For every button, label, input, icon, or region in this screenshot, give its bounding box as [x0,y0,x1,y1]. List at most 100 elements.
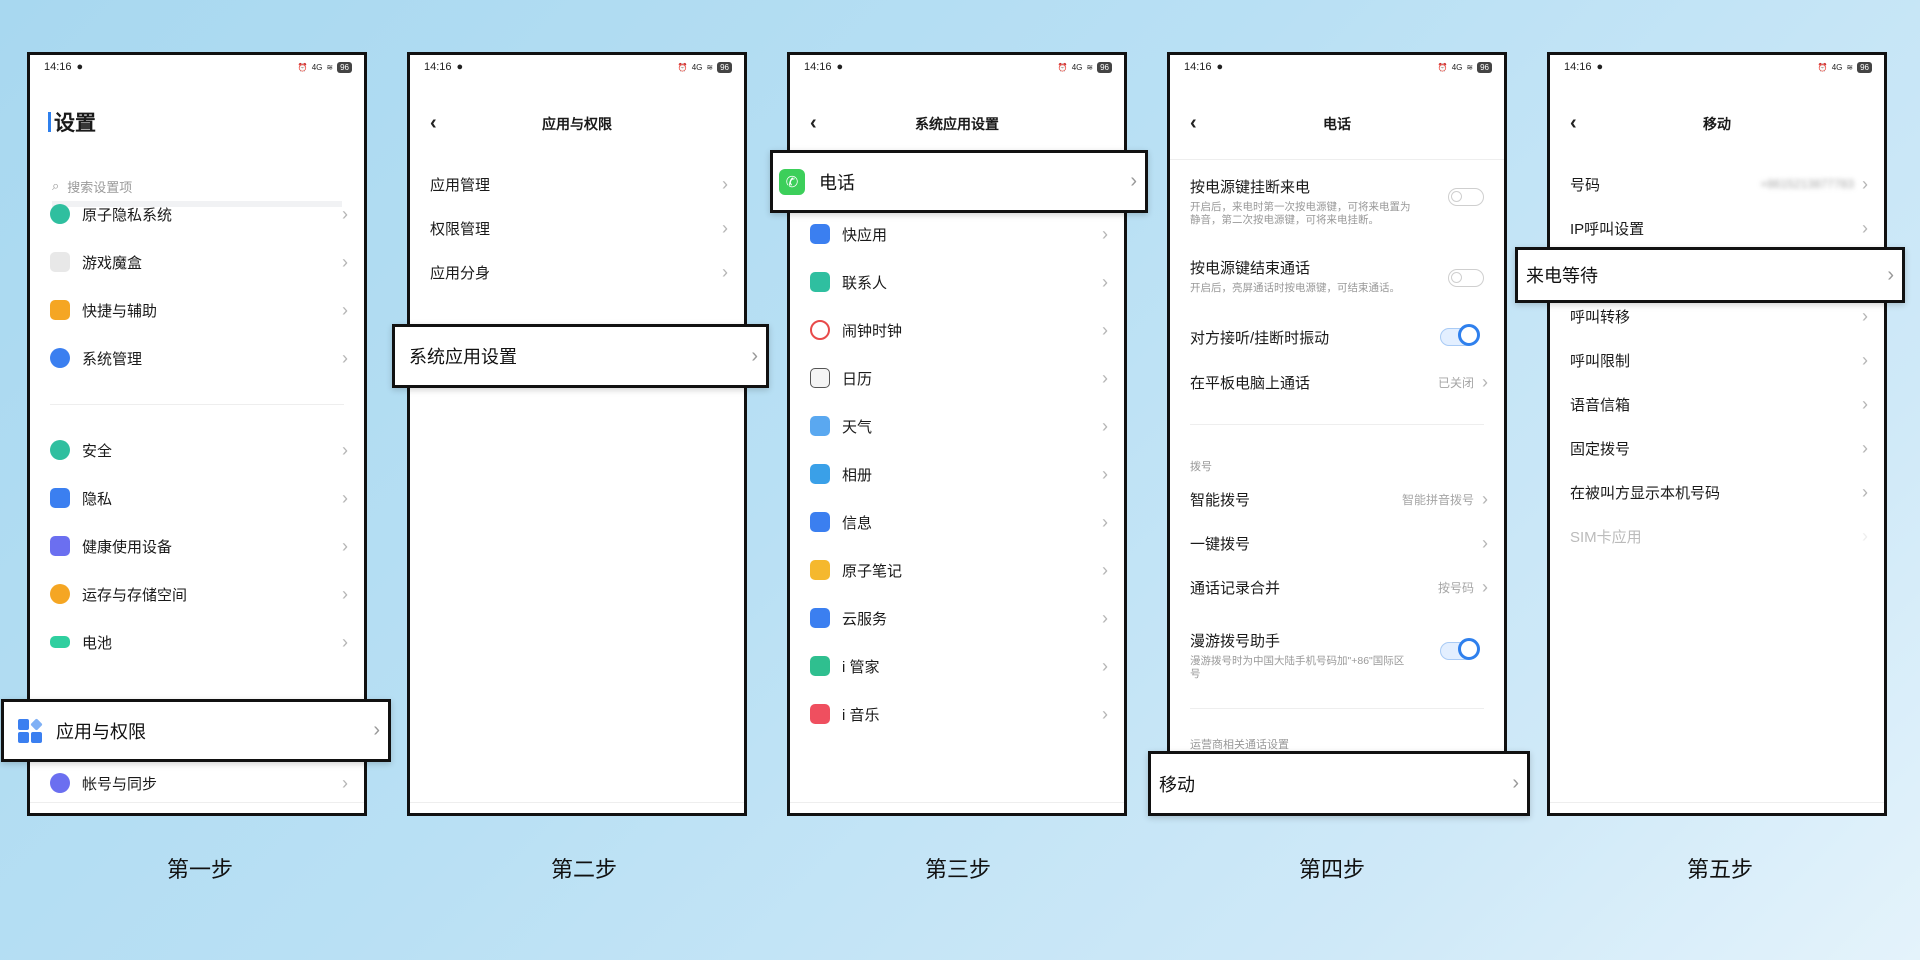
user-icon [50,773,70,793]
battery-icon: 96 [1097,61,1112,73]
app-item-weather[interactable]: 天气 › [810,412,1108,440]
setting-smart-dial[interactable]: 智能拨号 智能拼音拨号 › [1190,485,1488,513]
top-bar: ‹ 移动 [1550,107,1884,141]
menu-item-caller-id[interactable]: 在被叫方显示本机号码 › [1570,478,1868,506]
phone-screen-step4: 14:16 ● ⏰ 4G ≋ 96 ‹ 电话 按电源键挂断来电 开启后，来电时第一次按电… [1167,52,1507,816]
highlight-phone-app[interactable]: ✆ 电话 › [770,150,1148,213]
app-item-messages[interactable]: 信息 › [810,508,1108,536]
menu-item-fixed-dialing[interactable]: 固定拨号 › [1570,434,1868,462]
chevron-right-icon: › [342,584,348,604]
apps-grid-icon [18,717,43,743]
setting-description: 漫游拨号时为中国大陆手机号码加"+86"国际区号 [1190,655,1405,680]
status-bar: 14:16 ● ⏰ 4G ≋ 96 [1564,59,1872,75]
settings-item-system-management[interactable]: 系统管理 › [50,344,348,372]
status-bar: 14:16 ● ⏰ 4G ≋ 96 [424,59,732,75]
network-label: 4G [1451,62,1463,72]
chevron-right-icon: › [1862,482,1868,502]
settings-item-health[interactable]: 健康使用设备 › [50,532,348,560]
chat-icon: ● [836,61,844,73]
divider [1190,708,1484,709]
settings-item-battery[interactable]: 电池 › [50,628,348,656]
chevron-right-icon: › [722,174,728,194]
highlight-system-app-settings[interactable]: 系统应用设置 › [392,324,769,388]
menu-item-app-clone[interactable]: 应用分身 › [430,258,728,286]
top-bar: ‹ 电话 [1170,107,1504,141]
app-item-i-music[interactable]: i 音乐 › [810,700,1108,728]
page-title: 移动 [1703,116,1731,132]
chevron-right-icon: › [1887,263,1894,286]
home-indicator [1550,802,1884,813]
step-label-4: 第四步 [1298,857,1365,882]
settings-item-security[interactable]: 安全 › [50,436,348,464]
app-item-gallery[interactable]: 相册 › [810,460,1108,488]
chevron-right-icon: › [1862,218,1868,238]
status-bar: 14:16 ● ⏰ 4G ≋ 96 [1184,59,1492,75]
step-label-5: 第五步 [1686,857,1753,882]
chevron-right-icon: › [342,488,348,508]
highlight-call-waiting[interactable]: 来电等待 › [1515,247,1905,303]
back-arrow-icon[interactable]: ‹ [1570,113,1577,133]
menu-item-number[interactable]: 号码 +8615213877783 › [1570,170,1868,198]
chevron-right-icon: › [1862,350,1868,370]
settings-item-privacy[interactable]: 隐私 › [50,484,348,512]
settings-item-privacy-system[interactable]: 原子隐私系统 › [50,200,348,228]
chat-icon: ● [456,61,464,73]
settings-item-storage[interactable]: 运存与存储空间 › [50,580,348,608]
phone-handset-icon: ✆ [779,168,805,195]
app-item-cloud-service[interactable]: 云服务 › [810,604,1108,632]
toggle-switch-off[interactable] [1448,188,1484,206]
setting-description: 开启后，亮屏通话时按电源键，可结束通话。 [1190,282,1400,294]
app-item-contacts[interactable]: 联系人 › [810,268,1108,296]
home-indicator [30,802,364,813]
network-label: 4G [1071,62,1083,72]
setting-value: 已关闭 [1437,375,1474,390]
menu-item-call-forwarding[interactable]: 呼叫转移 › [1570,302,1868,330]
menu-item-permission-management[interactable]: 权限管理 › [430,214,728,242]
app-item-i-manager[interactable]: i 管家 › [810,652,1108,680]
menu-item-app-management[interactable]: 应用管理 › [430,170,728,198]
chevron-right-icon: › [342,348,348,368]
back-arrow-icon[interactable]: ‹ [810,113,817,133]
alarm-icon: ⏰ [677,62,688,72]
note-icon [810,560,830,580]
search-placeholder: 搜索设置项 [67,179,133,195]
chevron-right-icon: › [1102,368,1108,388]
app-item-calendar[interactable]: 日历 › [810,364,1108,392]
settings-item-shortcuts[interactable]: 快捷与辅助 › [50,296,348,324]
back-arrow-icon[interactable]: ‹ [430,113,437,133]
chevron-right-icon: › [1862,306,1868,326]
alarm-icon: ⏰ [1817,62,1828,72]
back-arrow-icon[interactable]: ‹ [1190,113,1197,133]
chevron-right-icon: › [1102,512,1108,532]
highlight-apps-permissions[interactable]: 应用与权限 › [1,699,391,762]
app-item-notes[interactable]: 原子笔记 › [810,556,1108,584]
home-indicator [790,802,1124,813]
chevron-right-icon: › [1102,704,1108,724]
toggle-switch-off[interactable] [1448,269,1484,287]
setting-merge-call-log[interactable]: 通话记录合并 按号码 › [1190,573,1488,601]
chevron-right-icon: › [1862,174,1868,194]
toggle-switch-on[interactable] [1440,324,1480,346]
chevron-right-icon: › [342,252,348,272]
chevron-right-icon: › [1102,608,1108,628]
setting-tablet-calls[interactable]: 在平板电脑上通话 已关闭 › [1190,368,1488,396]
menu-item-ip-call[interactable]: IP呼叫设置 › [1570,214,1868,242]
menu-item-voicemail[interactable]: 语音信箱 › [1570,390,1868,418]
step-label-3: 第三步 [924,857,991,882]
app-item-clock[interactable]: 闹钟时钟 › [810,316,1108,344]
chevron-right-icon: › [1130,170,1137,192]
app-item-quick-app[interactable]: 快应用 › [810,220,1108,248]
setting-label: 按电源键结束通话 [1190,260,1311,277]
setting-speed-dial[interactable]: 一键拨号 › [1190,529,1488,557]
toggle-switch-on[interactable] [1440,638,1480,660]
settings-item-account[interactable]: 帐号与同步 › [50,769,348,797]
chevron-right-icon: › [1862,394,1868,414]
settings-item-game-box[interactable]: 游戏魔盒 › [50,248,348,276]
menu-item-call-barring[interactable]: 呼叫限制 › [1570,346,1868,374]
chat-icon: ● [1216,61,1224,73]
shield-icon [50,440,70,460]
chevron-right-icon: › [342,204,348,224]
chevron-right-icon: › [1102,320,1108,340]
highlight-carrier-mobile[interactable]: 移动 › [1148,751,1530,816]
status-bar: 14:16 ● ⏰ 4G ≋ 96 [44,59,352,75]
